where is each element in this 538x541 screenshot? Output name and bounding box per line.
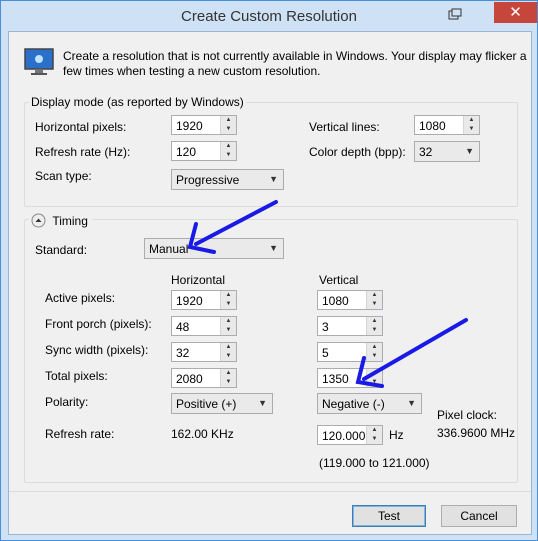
annotation-arrow-total xyxy=(362,318,468,381)
annotation-arrows xyxy=(187,200,468,388)
annotation-arrow-standard xyxy=(194,200,278,246)
